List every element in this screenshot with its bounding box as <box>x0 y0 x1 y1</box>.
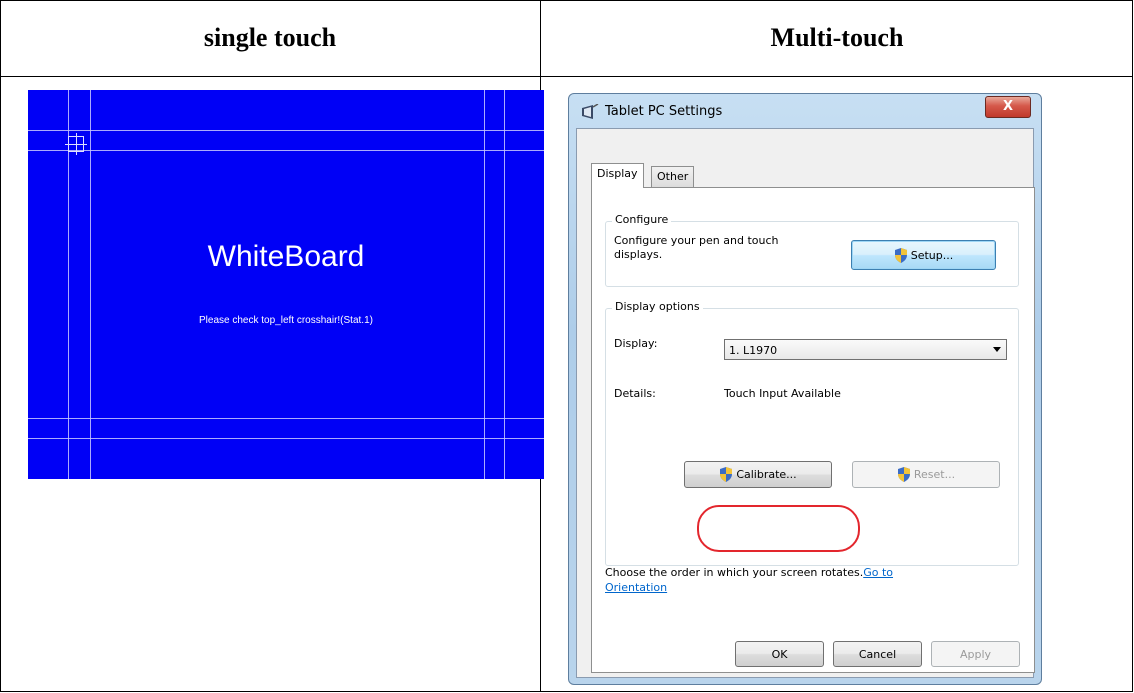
uac-shield-icon <box>894 247 907 263</box>
display-label: Display: <box>614 337 658 350</box>
calibrate-highlight-ring <box>697 505 860 552</box>
display-tab-page: Configure Configure your pen and touch d… <box>591 187 1035 673</box>
guide-line <box>504 90 505 479</box>
calibrate-button-label: Calibrate... <box>736 468 797 481</box>
setup-button[interactable]: Setup... <box>851 240 996 270</box>
guide-line <box>484 90 485 479</box>
dialog-client: Other Display Configure Configure your p… <box>576 128 1035 678</box>
close-button[interactable]: X <box>985 96 1031 118</box>
whiteboard-screen: WhiteBoard Please check top_left crossha… <box>28 90 544 479</box>
display-options-group-label: Display options <box>612 300 703 313</box>
display-select-value: 1. L1970 <box>729 344 778 357</box>
header-single-touch: single touch <box>203 23 337 52</box>
apply-button[interactable]: Apply <box>931 641 1020 667</box>
uac-shield-icon <box>897 467 910 482</box>
ok-button[interactable]: OK <box>735 641 824 667</box>
cancel-button[interactable]: Cancel <box>833 641 922 667</box>
details-value: Touch Input Available <box>724 387 841 400</box>
header-divider <box>0 76 1133 77</box>
guide-line <box>28 150 544 151</box>
display-select[interactable]: 1. L1970 <box>724 339 1007 360</box>
guide-line <box>28 438 544 439</box>
reset-button-label: Reset... <box>913 468 956 481</box>
title-bar[interactable]: Tablet PC Settings X <box>569 94 1041 128</box>
tablet-icon <box>582 104 599 119</box>
setup-button-label: Setup... <box>910 248 954 262</box>
tab-display[interactable]: Display <box>591 163 644 188</box>
details-label: Details: <box>614 387 656 400</box>
uac-shield-icon <box>720 467 733 482</box>
whiteboard-title: WhiteBoard <box>207 240 365 273</box>
guide-line <box>28 130 544 131</box>
tab-other[interactable]: Other <box>651 166 695 187</box>
guide-line <box>90 90 91 479</box>
configure-group-label: Configure <box>612 213 672 226</box>
orientation-description: Choose the order in which your screen ro… <box>605 566 864 579</box>
header-multi-touch: Multi-touch <box>770 23 904 52</box>
guide-line <box>28 418 544 419</box>
whiteboard-message: Please check top_left crosshair!(Stat.1) <box>199 315 373 326</box>
crosshair-icon[interactable] <box>65 133 87 155</box>
calibrate-button[interactable]: Calibrate... <box>684 461 832 488</box>
configure-group: Configure Configure your pen and touch d… <box>605 213 1019 287</box>
tablet-pc-settings-window: Tablet PC Settings X Other Display Confi… <box>568 93 1042 685</box>
reset-button[interactable]: Reset... <box>852 461 1000 488</box>
orientation-text: Choose the order in which your screen ro… <box>605 565 925 595</box>
chevron-down-icon <box>993 347 1001 352</box>
configure-description: Configure your pen and touch displays. <box>614 234 779 261</box>
window-title: Tablet PC Settings <box>605 104 723 119</box>
